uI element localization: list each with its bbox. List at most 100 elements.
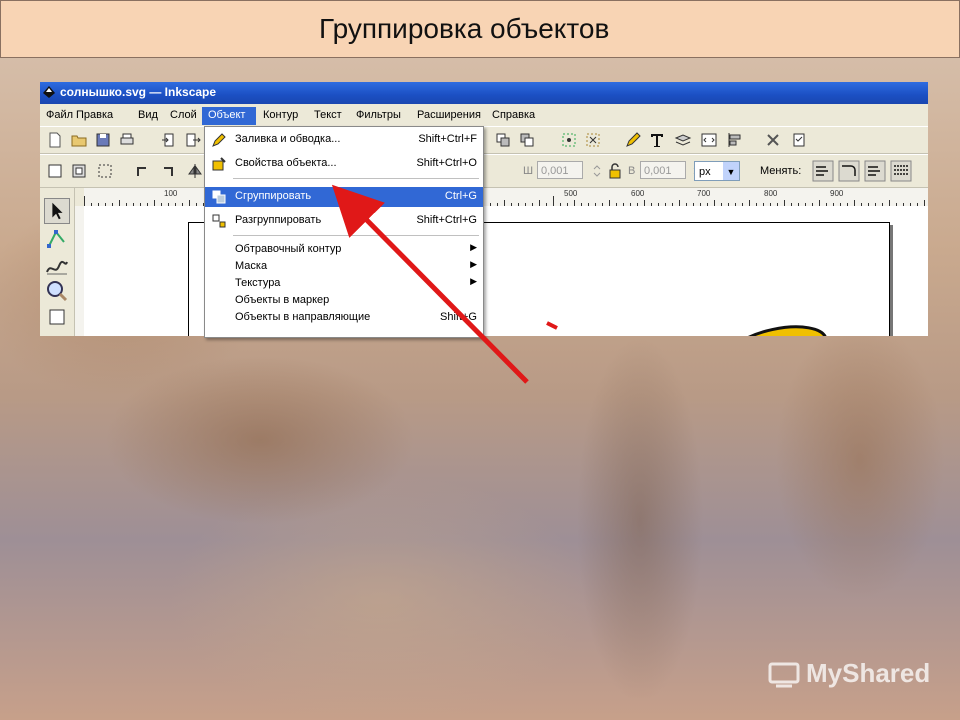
menu-layer[interactable]: Слой	[170, 109, 197, 121]
sun-petal	[726, 325, 828, 336]
menu-separator	[233, 178, 479, 179]
units-value: px	[699, 166, 711, 178]
rotate-ccw-icon[interactable]	[134, 162, 152, 180]
new-document-icon[interactable]	[46, 131, 64, 149]
lock-icon[interactable]	[606, 162, 624, 180]
menu-edit[interactable]: Правка	[76, 109, 113, 121]
menu-item-label: Разгруппировать	[235, 214, 322, 226]
menu-item-shortcut: Ctrl+G	[444, 190, 477, 202]
menu-item-group[interactable]: Сгруппировать Ctrl+G	[205, 187, 483, 207]
node-transform-icon[interactable]	[584, 131, 602, 149]
scale-gradients-icon[interactable]	[864, 160, 886, 182]
menu-separator	[233, 235, 479, 236]
ruler-tick	[84, 196, 85, 206]
menu-path[interactable]: Контур	[263, 109, 298, 121]
xml-editor-pen-icon[interactable]	[624, 131, 642, 149]
window-titlebar: солнышко.svg — Inkscape	[40, 82, 928, 104]
menu-item-label: Сгруппировать	[235, 190, 312, 202]
chevron-down-icon: ▼	[723, 162, 739, 180]
object-menu-dropdown: Заливка и обводка... Shift+Ctrl+F Свойст…	[204, 126, 484, 338]
print-icon[interactable]	[118, 131, 136, 149]
width-field[interactable]: 0,001	[537, 161, 583, 179]
tweak-tool-icon[interactable]	[44, 252, 70, 278]
menu-item-shortcut: Shift+Ctrl+G	[416, 214, 477, 226]
flip-horizontal-icon[interactable]	[186, 162, 204, 180]
inkscape-icon	[43, 86, 55, 98]
ruler-label: 900	[830, 189, 844, 198]
menu-extensions[interactable]: Расширения	[417, 109, 481, 121]
menu-item-shortcut: Shift+Ctrl+F	[418, 133, 477, 145]
document-properties-icon[interactable]	[790, 131, 808, 149]
menu-file[interactable]: Файл	[46, 109, 73, 121]
height-field[interactable]: 0,001	[640, 161, 686, 179]
scale-corners-icon[interactable]	[838, 160, 860, 182]
object-properties-icon	[212, 157, 226, 171]
node-tool-icon[interactable]	[44, 226, 70, 252]
window-title: солнышко.svg — Inkscape	[60, 85, 217, 99]
preferences-icon[interactable]	[764, 131, 782, 149]
select-all-layers-icon[interactable]	[70, 162, 88, 180]
menu-object[interactable]: Объект	[202, 107, 256, 125]
width-label: Ш	[523, 165, 534, 177]
page-title: Группировка объектов	[319, 13, 610, 44]
rotate-cw-icon[interactable]	[158, 162, 176, 180]
fill-stroke-icon	[212, 133, 226, 147]
ungroup-icon	[212, 214, 226, 228]
myshared-logo-icon	[768, 662, 800, 688]
menu-text[interactable]: Текст	[314, 109, 342, 121]
submenu-arrow-icon: ▶	[470, 242, 477, 252]
menu-view[interactable]: Вид	[138, 109, 158, 121]
ruler-label: 700	[697, 189, 711, 198]
menu-item-shortcut: Shift+Ctrl+O	[416, 157, 477, 169]
scale-patterns-icon[interactable]	[890, 160, 912, 182]
menu-item-fill-stroke[interactable]: Заливка и обводка... Shift+Ctrl+F	[205, 130, 483, 150]
ruler-label: 800	[764, 189, 778, 198]
menubar: Файл Правка Вид Слой Объект Контур Текст…	[40, 106, 928, 126]
import-icon[interactable]	[160, 131, 178, 149]
commands-toolbar	[40, 126, 928, 154]
menu-item-shortcut: Shift+G	[440, 311, 477, 323]
menu-item-label: Объекты в направляющие	[235, 311, 371, 323]
submenu-arrow-icon: ▶	[470, 276, 477, 286]
toolbox	[40, 188, 75, 336]
height-label: В	[628, 165, 636, 177]
node-align-icon[interactable]	[560, 131, 578, 149]
raise-icon[interactable]	[518, 131, 536, 149]
submenu-arrow-icon: ▶	[470, 259, 477, 269]
units-select[interactable]: px ▼	[694, 161, 740, 181]
open-folder-icon[interactable]	[70, 131, 88, 149]
menu-help[interactable]: Справка	[492, 109, 535, 121]
menu-item-object-properties[interactable]: Свойства объекта... Shift+Ctrl+O	[205, 154, 483, 174]
align-distribute-icon[interactable]	[726, 131, 744, 149]
xml-editor-icon[interactable]	[700, 131, 718, 149]
text-tool-icon[interactable]	[648, 131, 666, 149]
rectangle-tool-icon[interactable]	[44, 304, 70, 330]
export-icon[interactable]	[184, 131, 202, 149]
inkscape-window: солнышко.svg — Inkscape Файл Правка Вид …	[40, 82, 928, 336]
ruler-label: 100	[164, 189, 178, 198]
zoom-tool-icon[interactable]	[44, 278, 70, 304]
ruler-label: 500	[564, 189, 578, 198]
selector-tool-icon[interactable]	[44, 198, 70, 224]
slide-title-bar: Группировка объектов	[0, 0, 960, 58]
menu-item-objects-to-guides[interactable]: Объекты в направляющие Shift+G	[205, 308, 483, 328]
group-icon	[212, 190, 226, 204]
scale-stroke-icon[interactable]	[812, 160, 834, 182]
deselect-icon[interactable]	[96, 162, 114, 180]
menu-item-label: Заливка и обводка...	[235, 133, 341, 145]
width-spinner-icon[interactable]	[588, 162, 606, 180]
ruler-tick	[553, 196, 554, 206]
layers-icon[interactable]	[674, 131, 692, 149]
menu-item-label: Маска	[235, 260, 268, 272]
menu-filters[interactable]: Фильтры	[356, 109, 401, 121]
watermark-text: MyShared	[806, 658, 931, 688]
menu-item-label: Обтравочный контур	[235, 243, 342, 255]
select-all-icon[interactable]	[46, 162, 64, 180]
menu-item-label: Объекты в маркер	[235, 294, 330, 306]
sun-center-edge	[546, 321, 558, 330]
save-icon[interactable]	[94, 131, 112, 149]
group-objects-icon[interactable]	[494, 131, 512, 149]
menu-item-label: Свойства объекта...	[235, 157, 337, 169]
menu-item-ungroup[interactable]: Разгруппировать Shift+Ctrl+G	[205, 211, 483, 231]
menu-item-label: Текстура	[235, 277, 281, 289]
